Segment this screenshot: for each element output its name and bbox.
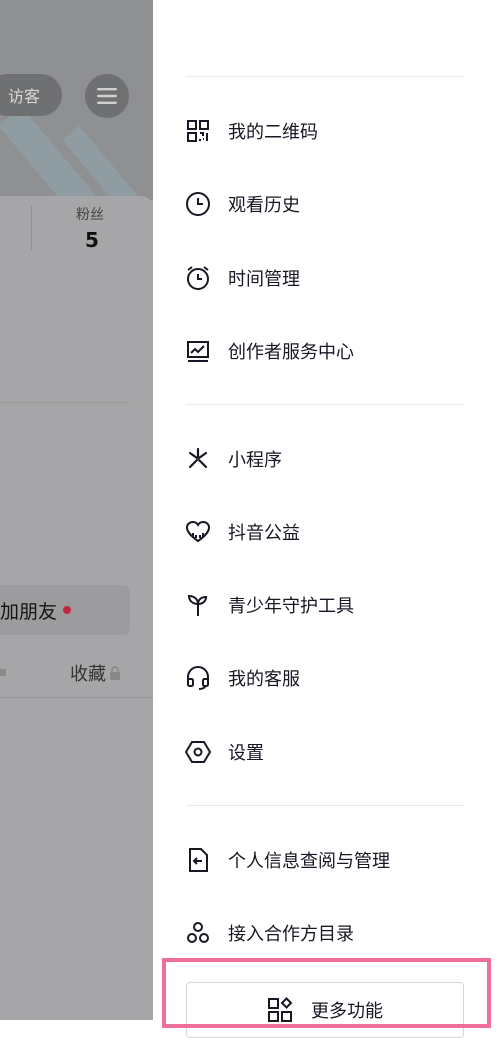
add-friend-button[interactable]: 加朋友 xyxy=(0,585,130,635)
menu-item-settings[interactable]: 设置 xyxy=(183,732,483,772)
clock-icon xyxy=(183,189,213,219)
alarm-clock-icon xyxy=(183,263,213,293)
menu-item-partners[interactable]: 接入合作方目录 xyxy=(183,913,483,953)
lock-icon xyxy=(0,669,6,676)
lock-icon xyxy=(110,666,120,680)
visitor-button[interactable]: 访客 xyxy=(0,74,62,116)
fans-label: 粉丝 xyxy=(76,207,104,223)
notification-dot xyxy=(63,606,72,614)
favorites-label: 收藏 xyxy=(70,664,106,685)
side-drawer: 我的二维码 观看历史 时间管理 创作者服务中心 小程序 抖音公益 青少年守护工具… xyxy=(153,0,498,1038)
menu-item-label: 时间管理 xyxy=(228,269,300,290)
drawer-divider xyxy=(186,805,465,806)
add-friend-label: 加朋友 xyxy=(0,600,58,623)
drawer-divider xyxy=(186,404,465,405)
visitor-label: 访客 xyxy=(7,87,40,106)
menu-item-label: 抖音公益 xyxy=(228,523,300,544)
highlight-box xyxy=(162,958,491,1028)
menu-item-label: 青少年守护工具 xyxy=(228,596,354,617)
menu-item-label: 设置 xyxy=(228,743,264,764)
sprout-icon xyxy=(183,590,213,620)
fans-count: 5 xyxy=(85,228,99,252)
drawer-divider xyxy=(186,76,465,77)
menu-item-label: 接入合作方目录 xyxy=(228,924,354,945)
menu-item-creator-center[interactable]: 创作者服务中心 xyxy=(183,331,483,371)
menu-item-mini-program[interactable]: 小程序 xyxy=(183,439,483,479)
settings-hexagon-icon xyxy=(183,737,213,767)
chart-monitor-icon xyxy=(183,336,213,366)
menu-item-watch-history[interactable]: 观看历史 xyxy=(183,184,483,224)
background-profile-page: 访客 粉丝 5 加朋友 收藏 xyxy=(0,0,153,1020)
menu-item-label: 观看历史 xyxy=(228,195,300,216)
document-info-icon xyxy=(183,845,213,875)
menu-item-time-management[interactable]: 时间管理 xyxy=(183,258,483,298)
menu-item-qr-code[interactable]: 我的二维码 xyxy=(183,111,483,151)
menu-button[interactable] xyxy=(85,74,129,118)
tab-divider xyxy=(0,697,153,698)
partners-icon xyxy=(183,918,213,948)
menu-item-label: 我的二维码 xyxy=(228,122,318,143)
heart-charity-icon xyxy=(183,517,213,547)
menu-item-label: 个人信息查阅与管理 xyxy=(228,851,390,872)
menu-item-label: 创作者服务中心 xyxy=(228,342,354,363)
qr-code-icon xyxy=(183,116,213,146)
menu-item-charity[interactable]: 抖音公益 xyxy=(183,512,483,552)
hamburger-icon xyxy=(97,88,117,104)
menu-item-label: 小程序 xyxy=(228,450,282,471)
favorites-tab[interactable]: 收藏 xyxy=(70,660,121,686)
section-divider xyxy=(0,402,130,403)
mini-program-icon xyxy=(183,444,213,474)
headset-icon xyxy=(183,663,213,693)
menu-item-label: 我的客服 xyxy=(228,669,300,690)
stat-divider xyxy=(31,206,32,250)
menu-item-youth-protection[interactable]: 青少年守护工具 xyxy=(183,585,483,625)
menu-item-personal-info[interactable]: 个人信息查阅与管理 xyxy=(183,840,483,880)
menu-item-customer-service[interactable]: 我的客服 xyxy=(183,658,483,698)
